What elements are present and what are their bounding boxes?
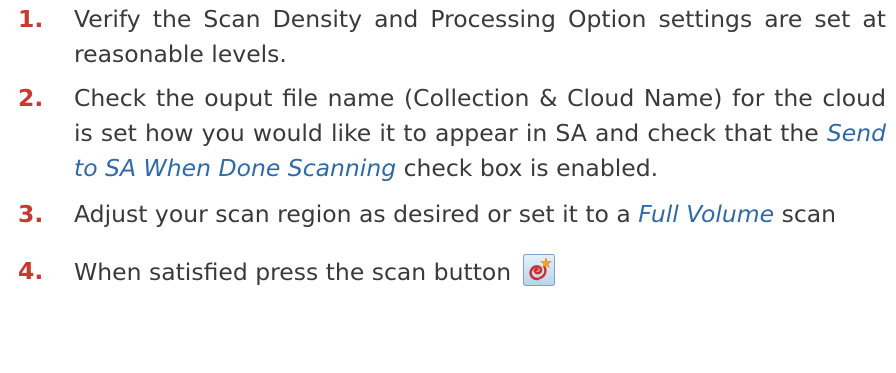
step-number: 1. bbox=[18, 5, 44, 33]
step-text: Check the ouput file name (Collection & … bbox=[74, 84, 886, 147]
step-text: Verify the Scan Density and Processing O… bbox=[74, 5, 886, 68]
step-text-tail: scan bbox=[774, 200, 837, 228]
instruction-steps: 1. Verify the Scan Density and Processin… bbox=[18, 0, 886, 290]
step-3: 3. Adjust your scan region as desired or… bbox=[18, 197, 886, 232]
step-number: 4. bbox=[18, 257, 44, 285]
scan-button-icon bbox=[522, 254, 555, 286]
step-4: 4. When satisfied press the scan button bbox=[18, 254, 886, 290]
step-1: 1. Verify the Scan Density and Processin… bbox=[18, 2, 886, 72]
step-text: When satisfied press the scan button bbox=[74, 258, 512, 286]
step-text-tail: check box is enabled. bbox=[396, 154, 659, 182]
step-number: 3. bbox=[18, 200, 44, 228]
step-2: 2. Check the ouput file name (Collection… bbox=[18, 81, 886, 186]
full-volume-option-ref: Full Volume bbox=[638, 200, 775, 228]
step-number: 2. bbox=[18, 84, 44, 112]
step-text: Adjust your scan region as desired or se… bbox=[74, 200, 639, 228]
